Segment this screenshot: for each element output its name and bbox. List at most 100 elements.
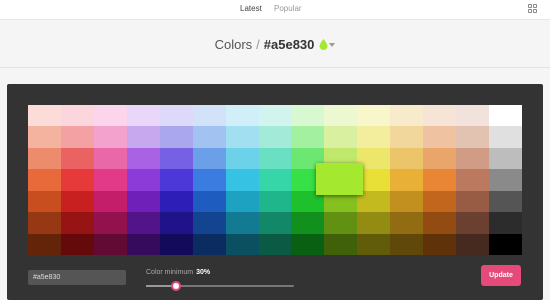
- color-swatch[interactable]: [192, 126, 226, 148]
- color-swatch[interactable]: [28, 169, 61, 191]
- color-swatch[interactable]: [93, 147, 127, 170]
- color-drop-icon[interactable]: [319, 38, 328, 53]
- color-minimum-slider[interactable]: [146, 281, 294, 291]
- grid-icon[interactable]: [528, 4, 537, 13]
- color-swatch[interactable]: [93, 126, 127, 148]
- color-swatch[interactable]: [456, 126, 490, 148]
- color-swatch[interactable]: [291, 126, 325, 148]
- color-swatch[interactable]: [192, 105, 226, 127]
- color-swatch[interactable]: [192, 233, 226, 255]
- selected-color-swatch[interactable]: [316, 163, 363, 195]
- color-swatch[interactable]: [324, 233, 358, 255]
- color-swatch[interactable]: [126, 105, 160, 127]
- color-swatch[interactable]: [126, 233, 160, 255]
- chevron-down-icon[interactable]: [329, 43, 336, 47]
- color-swatch[interactable]: [159, 126, 193, 148]
- color-swatch[interactable]: [489, 105, 522, 127]
- color-swatch[interactable]: [489, 212, 522, 234]
- hex-input[interactable]: [28, 270, 126, 285]
- color-swatch[interactable]: [258, 147, 292, 170]
- color-swatch[interactable]: [456, 169, 490, 191]
- color-swatch[interactable]: [456, 147, 490, 170]
- color-swatch[interactable]: [456, 105, 490, 127]
- color-swatch[interactable]: [390, 190, 424, 213]
- color-swatch[interactable]: [93, 190, 127, 213]
- color-swatch[interactable]: [159, 105, 193, 127]
- color-swatch[interactable]: [60, 105, 94, 127]
- color-swatch[interactable]: [423, 212, 457, 234]
- breadcrumb-colors[interactable]: Colors: [215, 37, 253, 52]
- color-swatch[interactable]: [357, 126, 391, 148]
- color-swatch[interactable]: [225, 190, 259, 213]
- color-swatch[interactable]: [423, 169, 457, 191]
- color-swatch[interactable]: [489, 147, 522, 170]
- color-swatch[interactable]: [357, 105, 391, 127]
- color-swatch[interactable]: [28, 126, 61, 148]
- color-swatch[interactable]: [489, 169, 522, 191]
- update-button[interactable]: Update: [481, 265, 521, 286]
- color-swatch[interactable]: [291, 233, 325, 255]
- color-swatch[interactable]: [159, 169, 193, 191]
- color-swatch[interactable]: [126, 190, 160, 213]
- color-swatch[interactable]: [28, 105, 61, 127]
- color-swatch[interactable]: [60, 233, 94, 255]
- color-swatch[interactable]: [60, 126, 94, 148]
- color-swatch[interactable]: [28, 233, 61, 255]
- color-swatch[interactable]: [390, 105, 424, 127]
- color-swatch[interactable]: [126, 147, 160, 170]
- color-swatch[interactable]: [390, 169, 424, 191]
- tab-latest[interactable]: Latest: [240, 4, 262, 13]
- color-swatch[interactable]: [225, 147, 259, 170]
- color-swatch[interactable]: [324, 126, 358, 148]
- color-swatch[interactable]: [225, 105, 259, 127]
- color-swatch[interactable]: [192, 169, 226, 191]
- color-swatch[interactable]: [258, 126, 292, 148]
- color-swatch[interactable]: [126, 126, 160, 148]
- color-swatch[interactable]: [225, 212, 259, 234]
- color-swatch[interactable]: [60, 190, 94, 213]
- color-swatch[interactable]: [192, 147, 226, 170]
- color-swatch[interactable]: [291, 212, 325, 234]
- color-swatch[interactable]: [60, 212, 94, 234]
- color-swatch[interactable]: [357, 233, 391, 255]
- color-swatch[interactable]: [93, 212, 127, 234]
- color-swatch[interactable]: [258, 212, 292, 234]
- color-swatch[interactable]: [159, 190, 193, 213]
- color-swatch[interactable]: [489, 233, 522, 255]
- color-swatch[interactable]: [126, 212, 160, 234]
- tab-popular[interactable]: Popular: [274, 4, 302, 13]
- color-swatch[interactable]: [423, 126, 457, 148]
- color-swatch[interactable]: [225, 126, 259, 148]
- color-swatch[interactable]: [456, 190, 490, 213]
- color-swatch[interactable]: [93, 169, 127, 191]
- color-swatch[interactable]: [93, 233, 127, 255]
- color-swatch[interactable]: [423, 233, 457, 255]
- color-swatch[interactable]: [93, 105, 127, 127]
- color-swatch[interactable]: [390, 126, 424, 148]
- color-swatch[interactable]: [423, 190, 457, 213]
- color-swatch[interactable]: [159, 233, 193, 255]
- color-swatch[interactable]: [291, 105, 325, 127]
- slider-thumb[interactable]: [171, 281, 182, 291]
- color-swatch[interactable]: [159, 147, 193, 170]
- color-swatch[interactable]: [159, 212, 193, 234]
- color-swatch[interactable]: [60, 147, 94, 170]
- color-swatch[interactable]: [60, 169, 94, 191]
- color-swatch[interactable]: [324, 105, 358, 127]
- color-swatch[interactable]: [28, 147, 61, 170]
- color-swatch[interactable]: [456, 233, 490, 255]
- color-swatch[interactable]: [489, 190, 522, 213]
- color-swatch[interactable]: [258, 105, 292, 127]
- color-swatch[interactable]: [423, 147, 457, 170]
- color-swatch[interactable]: [423, 105, 457, 127]
- color-swatch[interactable]: [390, 212, 424, 234]
- color-swatch[interactable]: [456, 212, 490, 234]
- color-swatch[interactable]: [28, 190, 61, 213]
- color-swatch[interactable]: [225, 169, 259, 191]
- color-swatch[interactable]: [390, 233, 424, 255]
- color-swatch[interactable]: [258, 233, 292, 255]
- color-swatch[interactable]: [258, 190, 292, 213]
- color-swatch[interactable]: [324, 212, 358, 234]
- color-swatch[interactable]: [390, 147, 424, 170]
- color-swatch[interactable]: [357, 212, 391, 234]
